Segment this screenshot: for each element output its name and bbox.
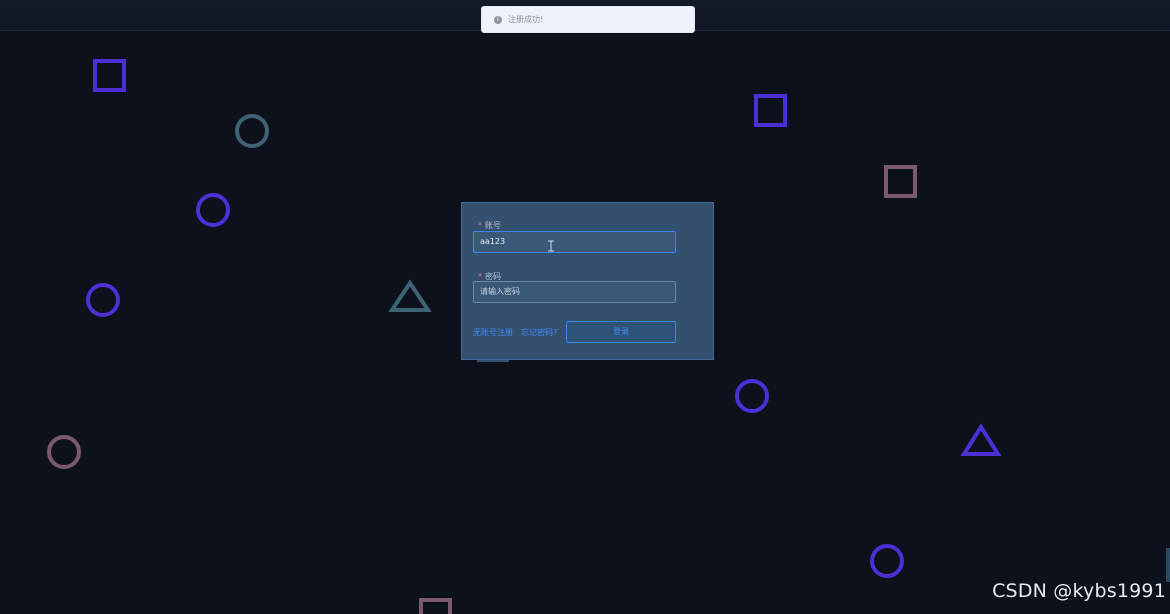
circle-shape: [47, 435, 81, 469]
required-asterisk: *: [478, 221, 482, 230]
square-shape: [754, 94, 787, 127]
triangle-shape: [960, 423, 1002, 456]
account-input[interactable]: aa123: [473, 231, 676, 253]
password-input[interactable]: 请输入密码: [473, 281, 676, 303]
edge-tab: [1166, 548, 1170, 582]
success-toast: i 注册成功!: [481, 6, 695, 33]
square-shape: [419, 598, 452, 614]
circle-shape: [735, 379, 769, 413]
circle-shape: [235, 114, 269, 148]
login-button[interactable]: 登录: [566, 321, 676, 343]
login-page: i 注册成功! * 账号 aa123 * 密码 请输入密码 无账号注册 忘记密码? …: [0, 0, 1170, 614]
triangle-shape: [388, 279, 432, 312]
register-link[interactable]: 无账号注册: [473, 327, 513, 338]
square-shape: [884, 165, 917, 198]
info-icon: i: [494, 15, 502, 24]
circle-shape: [196, 193, 230, 227]
required-asterisk: *: [478, 272, 482, 281]
account-label: * 账号: [478, 221, 501, 230]
square-shape: [93, 59, 126, 92]
circle-shape: [86, 283, 120, 317]
watermark: CSDN @kybs1991: [992, 580, 1166, 602]
toast-message: 注册成功!: [508, 15, 544, 24]
forgot-password-link[interactable]: 忘记密码?: [521, 327, 557, 338]
circle-shape: [870, 544, 904, 578]
text-cursor-icon: [548, 240, 554, 252]
